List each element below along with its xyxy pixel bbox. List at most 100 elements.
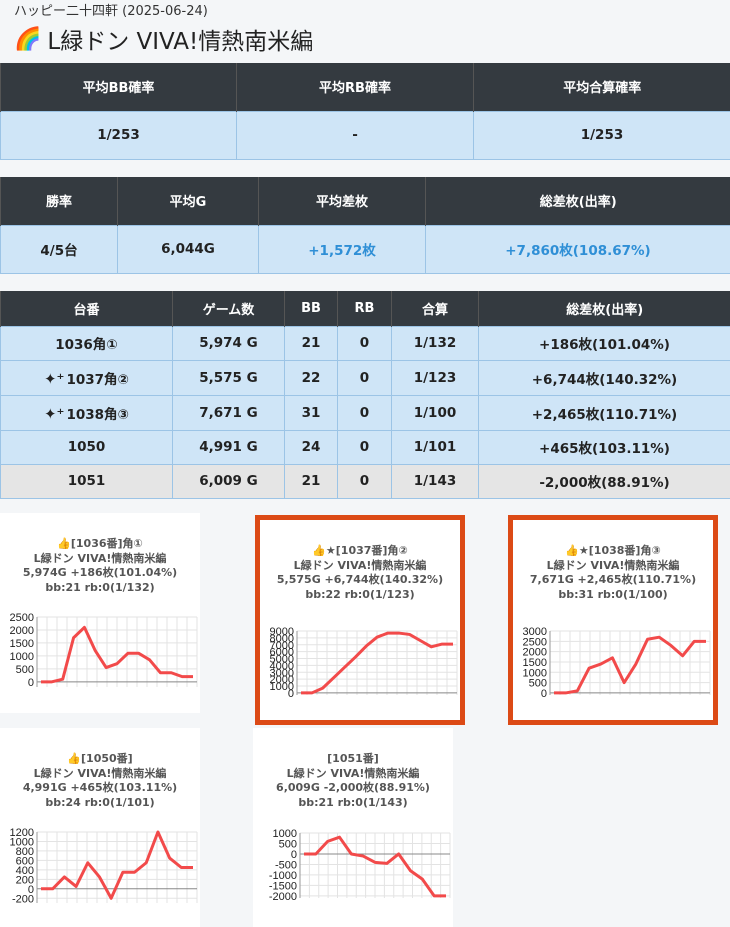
col-header: 平均合算確率 (473, 63, 730, 111)
chart-caption: 👍★[1038番]角③ L緑ドン VIVA!情熱南米編 7,671G +2,465枚… (513, 544, 713, 602)
diff-cell: +2,465枚(110.71%) (478, 394, 730, 431)
caption-line: 5,575G +6,744枚(140.32%) (276, 573, 444, 586)
avg-rb-value: - (236, 110, 474, 160)
caption-line: 👍★[1037番]角② (312, 544, 408, 557)
bb-cell: 31 (284, 394, 338, 431)
rb-cell: 0 (337, 429, 392, 465)
y-tick-label: 1000 (10, 651, 34, 663)
chart-caption: 👍★[1037番]角② L緑ドン VIVA!情熱南米編 5,575G +6,744枚… (260, 544, 460, 602)
col-header: 平均差枚 (258, 177, 426, 225)
avg-diff-value: +1,572枚 (258, 224, 426, 274)
table-row[interactable]: 1050 4,991 G 24 0 1/101 +465枚(103.11%) (0, 429, 730, 465)
diff-cell: +465枚(103.11%) (478, 429, 730, 465)
table-row[interactable]: ✦⁺ 1038角③ 7,671 G 31 0 1/100 +2,465枚(110.… (0, 394, 730, 431)
rb-cell: 0 (337, 463, 392, 499)
total-cell: 1/123 (391, 359, 479, 396)
caption-line: 6,009G -2,000枚(88.91%) (276, 781, 430, 794)
caption-line: L緑ドン VIVA!情熱南米編 (546, 558, 680, 572)
sparkle-icon: ✦⁺ (43, 404, 65, 423)
summary-probability-table: 平均BB確率 平均RB確率 平均合算確率 1/253 - 1/253 (0, 63, 730, 160)
total-cell: 1/101 (391, 429, 479, 465)
caption-line: L緑ドン VIVA!情熱南米編 (33, 551, 167, 565)
col-header: 勝率 (0, 177, 118, 225)
col-header: BB (284, 291, 338, 326)
y-tick-label: 0 (28, 677, 34, 689)
diff-cell: +6,744枚(140.32%) (478, 359, 730, 396)
diff-cell: -2,000枚(88.91%) (478, 463, 730, 499)
machine-id: 1036角① (0, 325, 173, 361)
games-cell: 4,991 G (172, 429, 285, 465)
games-cell: 7,671 G (172, 394, 285, 431)
col-header: 台番 (0, 291, 173, 326)
caption-line: L緑ドン VIVA!情熱南米編 (286, 766, 420, 780)
chart-panel-1038: 👍★[1038番]角③ L緑ドン VIVA!情熱南米編 7,671G +2,465枚… (508, 515, 718, 725)
caption-line: L緑ドン VIVA!情熱南米編 (33, 766, 167, 780)
rb-cell: 0 (337, 394, 392, 431)
caption-line: [1051番] (327, 752, 379, 765)
caption-line: 4,991G +465枚(103.11%) (22, 781, 178, 794)
table-row[interactable]: ✦⁺ 1037角② 5,575 G 22 0 1/123 +6,744枚(140.… (0, 359, 730, 396)
y-tick-label: 0 (288, 688, 294, 700)
col-header: 合算 (391, 291, 479, 326)
machine-id: ✦⁺ 1037角② (0, 359, 173, 396)
col-header: ゲーム数 (172, 291, 285, 326)
machine-id-text: 1050 (67, 439, 106, 455)
line-chart: 9000800070006000500040003000200010000 (270, 626, 458, 700)
machine-id: 1050 (0, 429, 173, 465)
machine-id: 1051 (0, 463, 173, 499)
chart-panel-1037: 👍★[1037番]角② L緑ドン VIVA!情熱南米編 5,575G +6,744枚… (255, 515, 465, 725)
line-chart: 25002000150010005000 (10, 612, 198, 689)
machine-id-text: 1037角② (66, 371, 129, 388)
win-rate-value: 4/5台 (0, 224, 118, 274)
chart-panel-1036: 👍[1036番]角① L緑ドン VIVA!情熱南米編 5,974G +186枚(10… (0, 513, 200, 713)
machine-id-text: 1038角③ (66, 406, 129, 423)
chart-caption: [1051番] L緑ドン VIVA!情熱南米編 6,009G -2,000枚(88.… (253, 752, 453, 810)
col-header: 総差枚(出率) (425, 177, 730, 225)
y-tick-label: 2000 (10, 625, 34, 637)
col-header: 平均G (117, 177, 259, 225)
summary-result-table: 勝率 平均G 平均差枚 総差枚(出率) 4/5台 6,044G +1,572枚 … (0, 177, 730, 274)
caption-line: L緑ドン VIVA!情熱南米編 (293, 558, 427, 572)
page-title-text: L緑ドン VIVA!情熱南米編 (47, 29, 314, 55)
machine-id-text: 1036角① (55, 337, 118, 353)
avg-bb-value: 1/253 (0, 110, 237, 160)
col-header: 平均BB確率 (0, 63, 237, 111)
sparkle-icon: ✦⁺ (43, 369, 65, 388)
machines-table: 台番 ゲーム数 BB RB 合算 総差枚(出率) 1036角① 5,974 G … (0, 291, 730, 499)
games-cell: 5,974 G (172, 325, 285, 361)
total-cell: 1/132 (391, 325, 479, 361)
y-tick-label: 500 (16, 664, 34, 676)
caption-line: bb:21 rb:0(1/132) (45, 580, 155, 594)
caption-line: 👍[1036番]角① (57, 537, 143, 550)
total-cell: 1/143 (391, 463, 479, 499)
line-chart: 120010008006004002000-200 (10, 827, 198, 905)
table-row[interactable]: 1051 6,009 G 21 0 1/143 -2,000枚(88.91%) (0, 463, 730, 499)
avg-total-value: 1/253 (473, 110, 730, 160)
rainbow-icon: 🌈 (14, 26, 42, 52)
chart-panel-1050: 👍[1050番] L緑ドン VIVA!情熱南米編 4,991G +465枚(103.… (0, 728, 200, 927)
col-header: 平均RB確率 (236, 63, 474, 111)
col-header: RB (337, 291, 392, 326)
chart-caption: 👍[1050番] L緑ドン VIVA!情熱南米編 4,991G +465枚(103.… (0, 752, 200, 810)
y-tick-label: -2000 (269, 891, 297, 903)
bb-cell: 22 (284, 359, 338, 396)
bb-cell: 21 (284, 325, 338, 361)
total-cell: 1/100 (391, 394, 479, 431)
y-tick-label: 2500 (10, 612, 34, 624)
caption-line: 👍[1050番] (67, 752, 133, 765)
diff-cell: +186枚(101.04%) (478, 325, 730, 361)
caption-line: 👍★[1038番]角③ (565, 544, 661, 557)
line-chart: 10005000-500-1000-1500-2000 (269, 828, 451, 903)
games-cell: 6,009 G (172, 463, 285, 499)
col-header: 総差枚(出率) (478, 291, 730, 326)
bb-cell: 21 (284, 463, 338, 499)
table-row[interactable]: 1036角① 5,974 G 21 0 1/132 +186枚(101.04%) (0, 325, 730, 361)
y-tick-label: -200 (12, 893, 34, 905)
chart-panel-1051: [1051番] L緑ドン VIVA!情熱南米編 6,009G -2,000枚(88.… (253, 728, 453, 927)
caption-line: 7,671G +2,465枚(110.71%) (529, 573, 697, 586)
rb-cell: 0 (337, 325, 392, 361)
page-title: 🌈 L緑ドン VIVA!情熱南米編 (14, 22, 313, 56)
avg-games-value: 6,044G (117, 224, 259, 274)
y-tick-label: 1500 (10, 638, 34, 650)
machine-id: ✦⁺ 1038角③ (0, 394, 173, 431)
